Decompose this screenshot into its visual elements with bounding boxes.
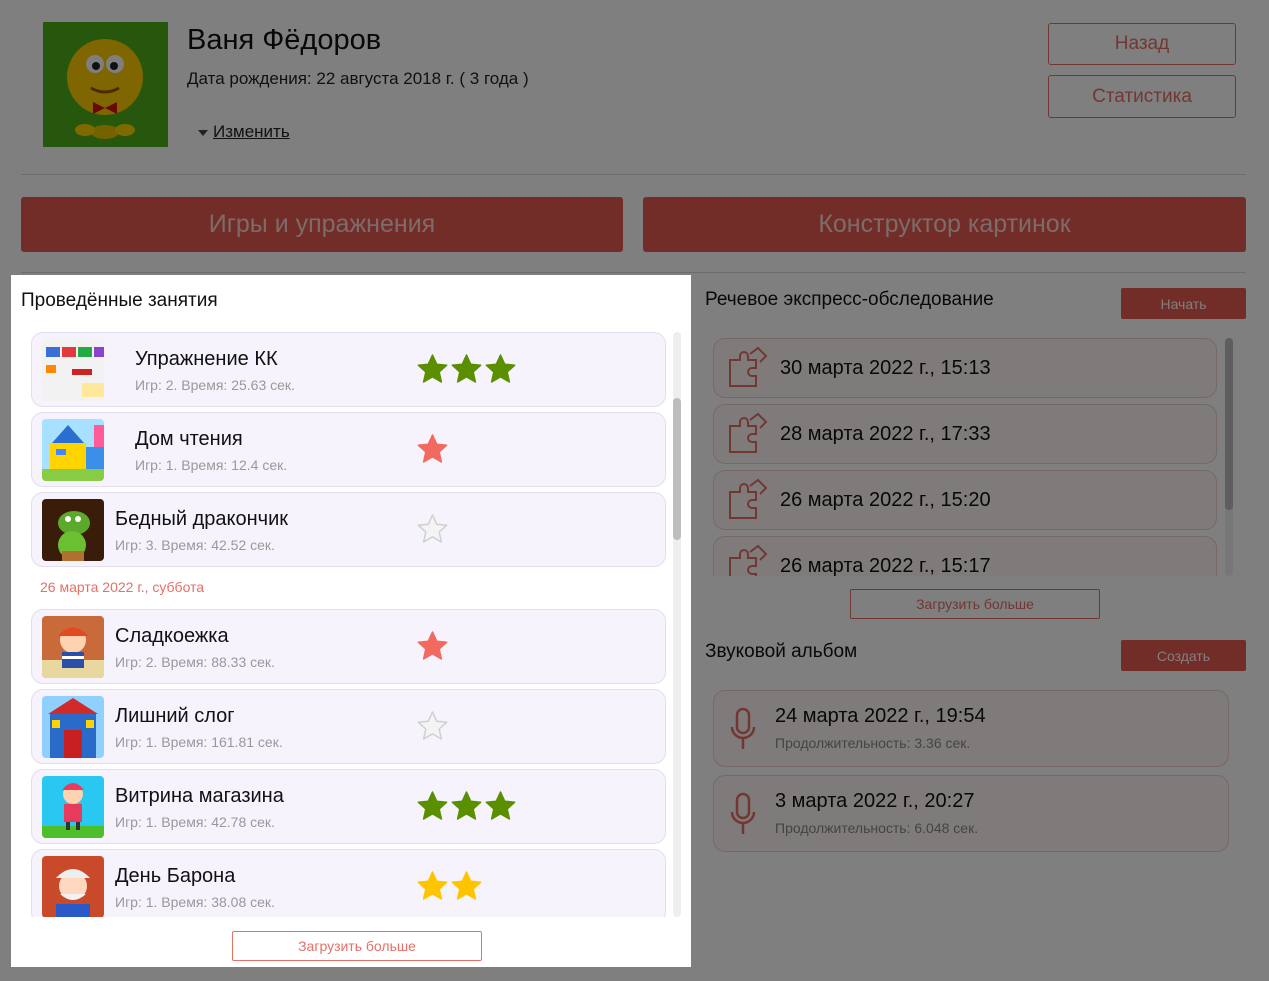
star-icon <box>485 791 516 820</box>
activity-name: Витрина магазина <box>115 785 284 807</box>
activity-stats: Игр: 2. Время: 25.63 сек. <box>135 377 295 393</box>
star-icon <box>451 791 482 820</box>
activity-item[interactable]: Дом чтения Игр: 1. Время: 12.4 сек. <box>31 412 666 487</box>
star-icon <box>485 354 516 383</box>
star-rating <box>416 513 450 546</box>
activity-thumbnail <box>42 776 104 838</box>
activity-name: Лишний слог <box>115 705 235 727</box>
star-icon <box>417 791 448 820</box>
activity-name: Упражнение КК <box>135 348 278 370</box>
star-icon <box>451 354 482 383</box>
star-icon <box>417 631 448 660</box>
activity-thumbnail <box>42 696 104 758</box>
star-rating <box>416 790 518 823</box>
activity-name: Бедный дракончик <box>115 508 289 530</box>
star-icon <box>417 871 448 900</box>
activity-thumbnail <box>42 339 104 401</box>
activity-item[interactable]: Сладкоежка Игр: 2. Время: 88.33 сек. <box>31 609 666 684</box>
scrollbar-thumb[interactable] <box>673 398 681 540</box>
activity-item[interactable]: Лишний слог Игр: 1. Время: 161.81 сек. <box>31 689 666 764</box>
activities-title: Проведённые занятия <box>21 290 218 311</box>
star-rating <box>416 870 484 903</box>
activity-stats: Игр: 1. Время: 42.78 сек. <box>115 814 275 830</box>
activity-item[interactable]: Витрина магазина Игр: 1. Время: 42.78 се… <box>31 769 666 844</box>
activity-stats: Игр: 1. Время: 38.08 сек. <box>115 894 275 910</box>
activity-stats: Игр: 1. Время: 161.81 сек. <box>115 734 283 750</box>
star-rating <box>416 710 450 743</box>
activity-name: Сладкоежка <box>115 625 229 647</box>
activity-item[interactable]: Упражнение КК Игр: 2. Время: 25.63 сек. <box>31 332 666 407</box>
star-icon <box>417 354 448 383</box>
activity-thumbnail <box>42 419 104 481</box>
date-separator: 26 марта 2022 г., суббота <box>40 579 205 595</box>
activity-stats: Игр: 3. Время: 42.52 сек. <box>115 537 275 553</box>
activity-name: День Барона <box>115 865 236 887</box>
activity-name: Дом чтения <box>135 428 243 450</box>
activities-scrollbar[interactable] <box>673 332 681 917</box>
activities-list: Упражнение КК Игр: 2. Время: 25.63 сек. … <box>31 332 677 917</box>
star-rating <box>416 353 518 386</box>
empty-star-icon <box>417 711 448 740</box>
empty-star-icon <box>417 514 448 543</box>
star-icon <box>417 434 448 463</box>
star-icon <box>451 871 482 900</box>
activity-thumbnail <box>42 856 104 917</box>
activity-item[interactable]: День Барона Игр: 1. Время: 38.08 сек. <box>31 849 666 917</box>
star-rating <box>416 433 450 466</box>
activity-item[interactable]: Бедный дракончик Игр: 3. Время: 42.52 се… <box>31 492 666 567</box>
star-rating <box>416 630 450 663</box>
activities-load-more-button[interactable]: Загрузить больше <box>232 931 482 961</box>
activity-stats: Игр: 2. Время: 88.33 сек. <box>115 654 275 670</box>
activity-thumbnail <box>42 499 104 561</box>
activity-stats: Игр: 1. Время: 12.4 сек. <box>135 457 288 473</box>
activities-panel: Проведённые занятия Упражнение КК Игр: 2… <box>11 275 691 967</box>
activity-thumbnail <box>42 616 104 678</box>
